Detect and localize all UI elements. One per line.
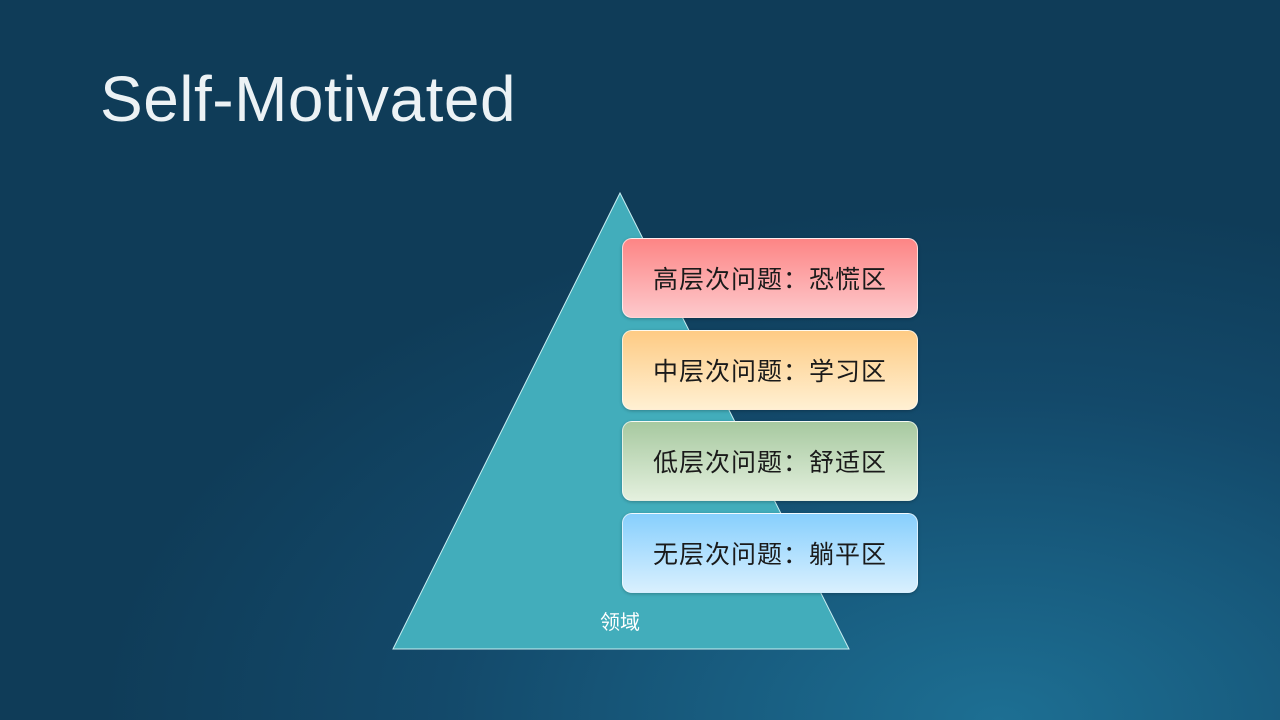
pyramid-base-label: 领域	[600, 610, 640, 634]
level-high-box: 高层次问题：恐慌区	[622, 238, 918, 318]
level-none-box: 无层次问题：躺平区	[622, 513, 918, 593]
level-mid-box: 中层次问题：学习区	[622, 330, 918, 410]
level-low-box: 低层次问题：舒适区	[622, 421, 918, 501]
